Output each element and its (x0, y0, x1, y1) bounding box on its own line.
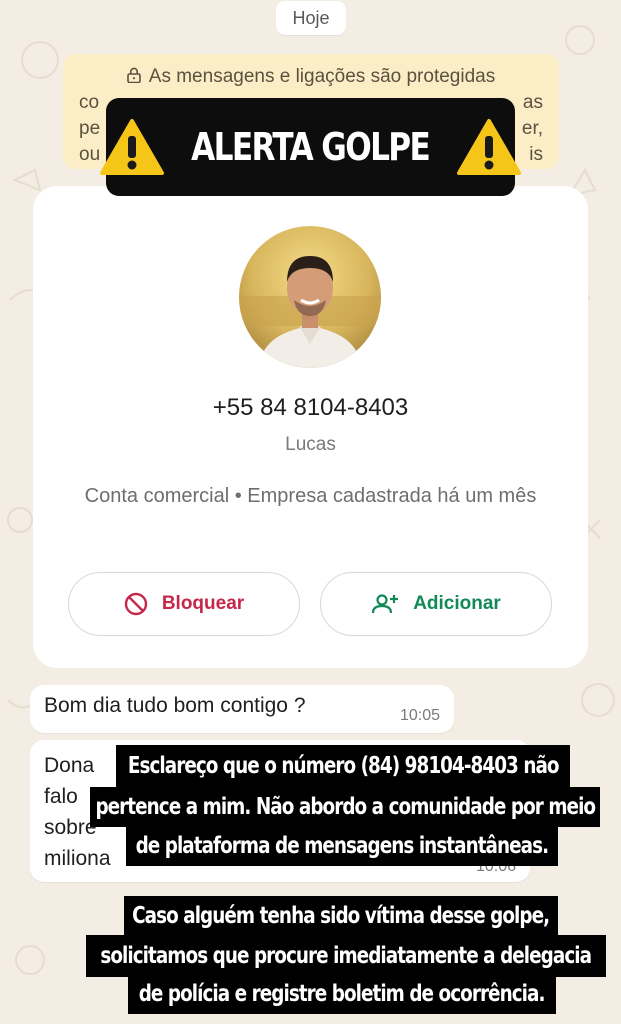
advice-line: de polícia e registre boletim de ocorrên… (128, 974, 556, 1014)
business-info: Conta comercial • Empresa cadastrada há … (84, 485, 537, 507)
contact-phone: +55 84 8104-8403 (212, 394, 409, 421)
message-time: 10:05 (399, 707, 440, 724)
add-button-label: Adicionar (413, 593, 501, 614)
date-chip: Hoje (276, 1, 346, 35)
encryption-notice-line1: As mensagens e ligações são protegidas (148, 66, 496, 87)
message-text: Bom dia tudo bom contigo ? (44, 694, 306, 717)
message-bubble[interactable]: Bom dia tudo bom contigo ? 10:05 (30, 685, 454, 733)
encryption-fragment: is (529, 144, 543, 165)
avatar[interactable] (239, 226, 381, 368)
alert-banner: ALERTA GOLPE (100, 98, 521, 196)
lock-icon (126, 67, 141, 83)
encryption-fragment: co (79, 92, 100, 113)
advice-line: solicitamos que procure imediatamente a … (86, 935, 606, 977)
warning-icon (100, 119, 165, 175)
alert-title: ALERTA GOLPE (191, 125, 431, 169)
advice-line: Caso alguém tenha sido vítima desse golp… (124, 896, 558, 936)
encryption-fragment: ou (79, 144, 101, 165)
disclaimer-line: pertence a mim. Não abordo a comunidade … (90, 787, 600, 827)
encryption-fragment: as (522, 92, 543, 113)
encryption-fragment: pe (79, 118, 101, 139)
warning-icon (456, 119, 521, 175)
block-icon (124, 592, 148, 616)
disclaimer-line: Esclareço que o número (84) 98104-8403 n… (116, 745, 570, 787)
block-button[interactable]: Bloquear (68, 572, 300, 636)
contact-card: +55 84 8104-8403 Lucas Conta comercial •… (33, 186, 588, 668)
add-person-icon (372, 594, 399, 614)
encryption-fragment: er, (521, 118, 543, 139)
block-button-label: Bloquear (161, 593, 245, 614)
contact-name: Lucas (285, 434, 336, 455)
add-contact-button[interactable]: Adicionar (320, 572, 552, 636)
disclaimer-line: de plataforma de mensagens instantâneas. (126, 826, 558, 866)
